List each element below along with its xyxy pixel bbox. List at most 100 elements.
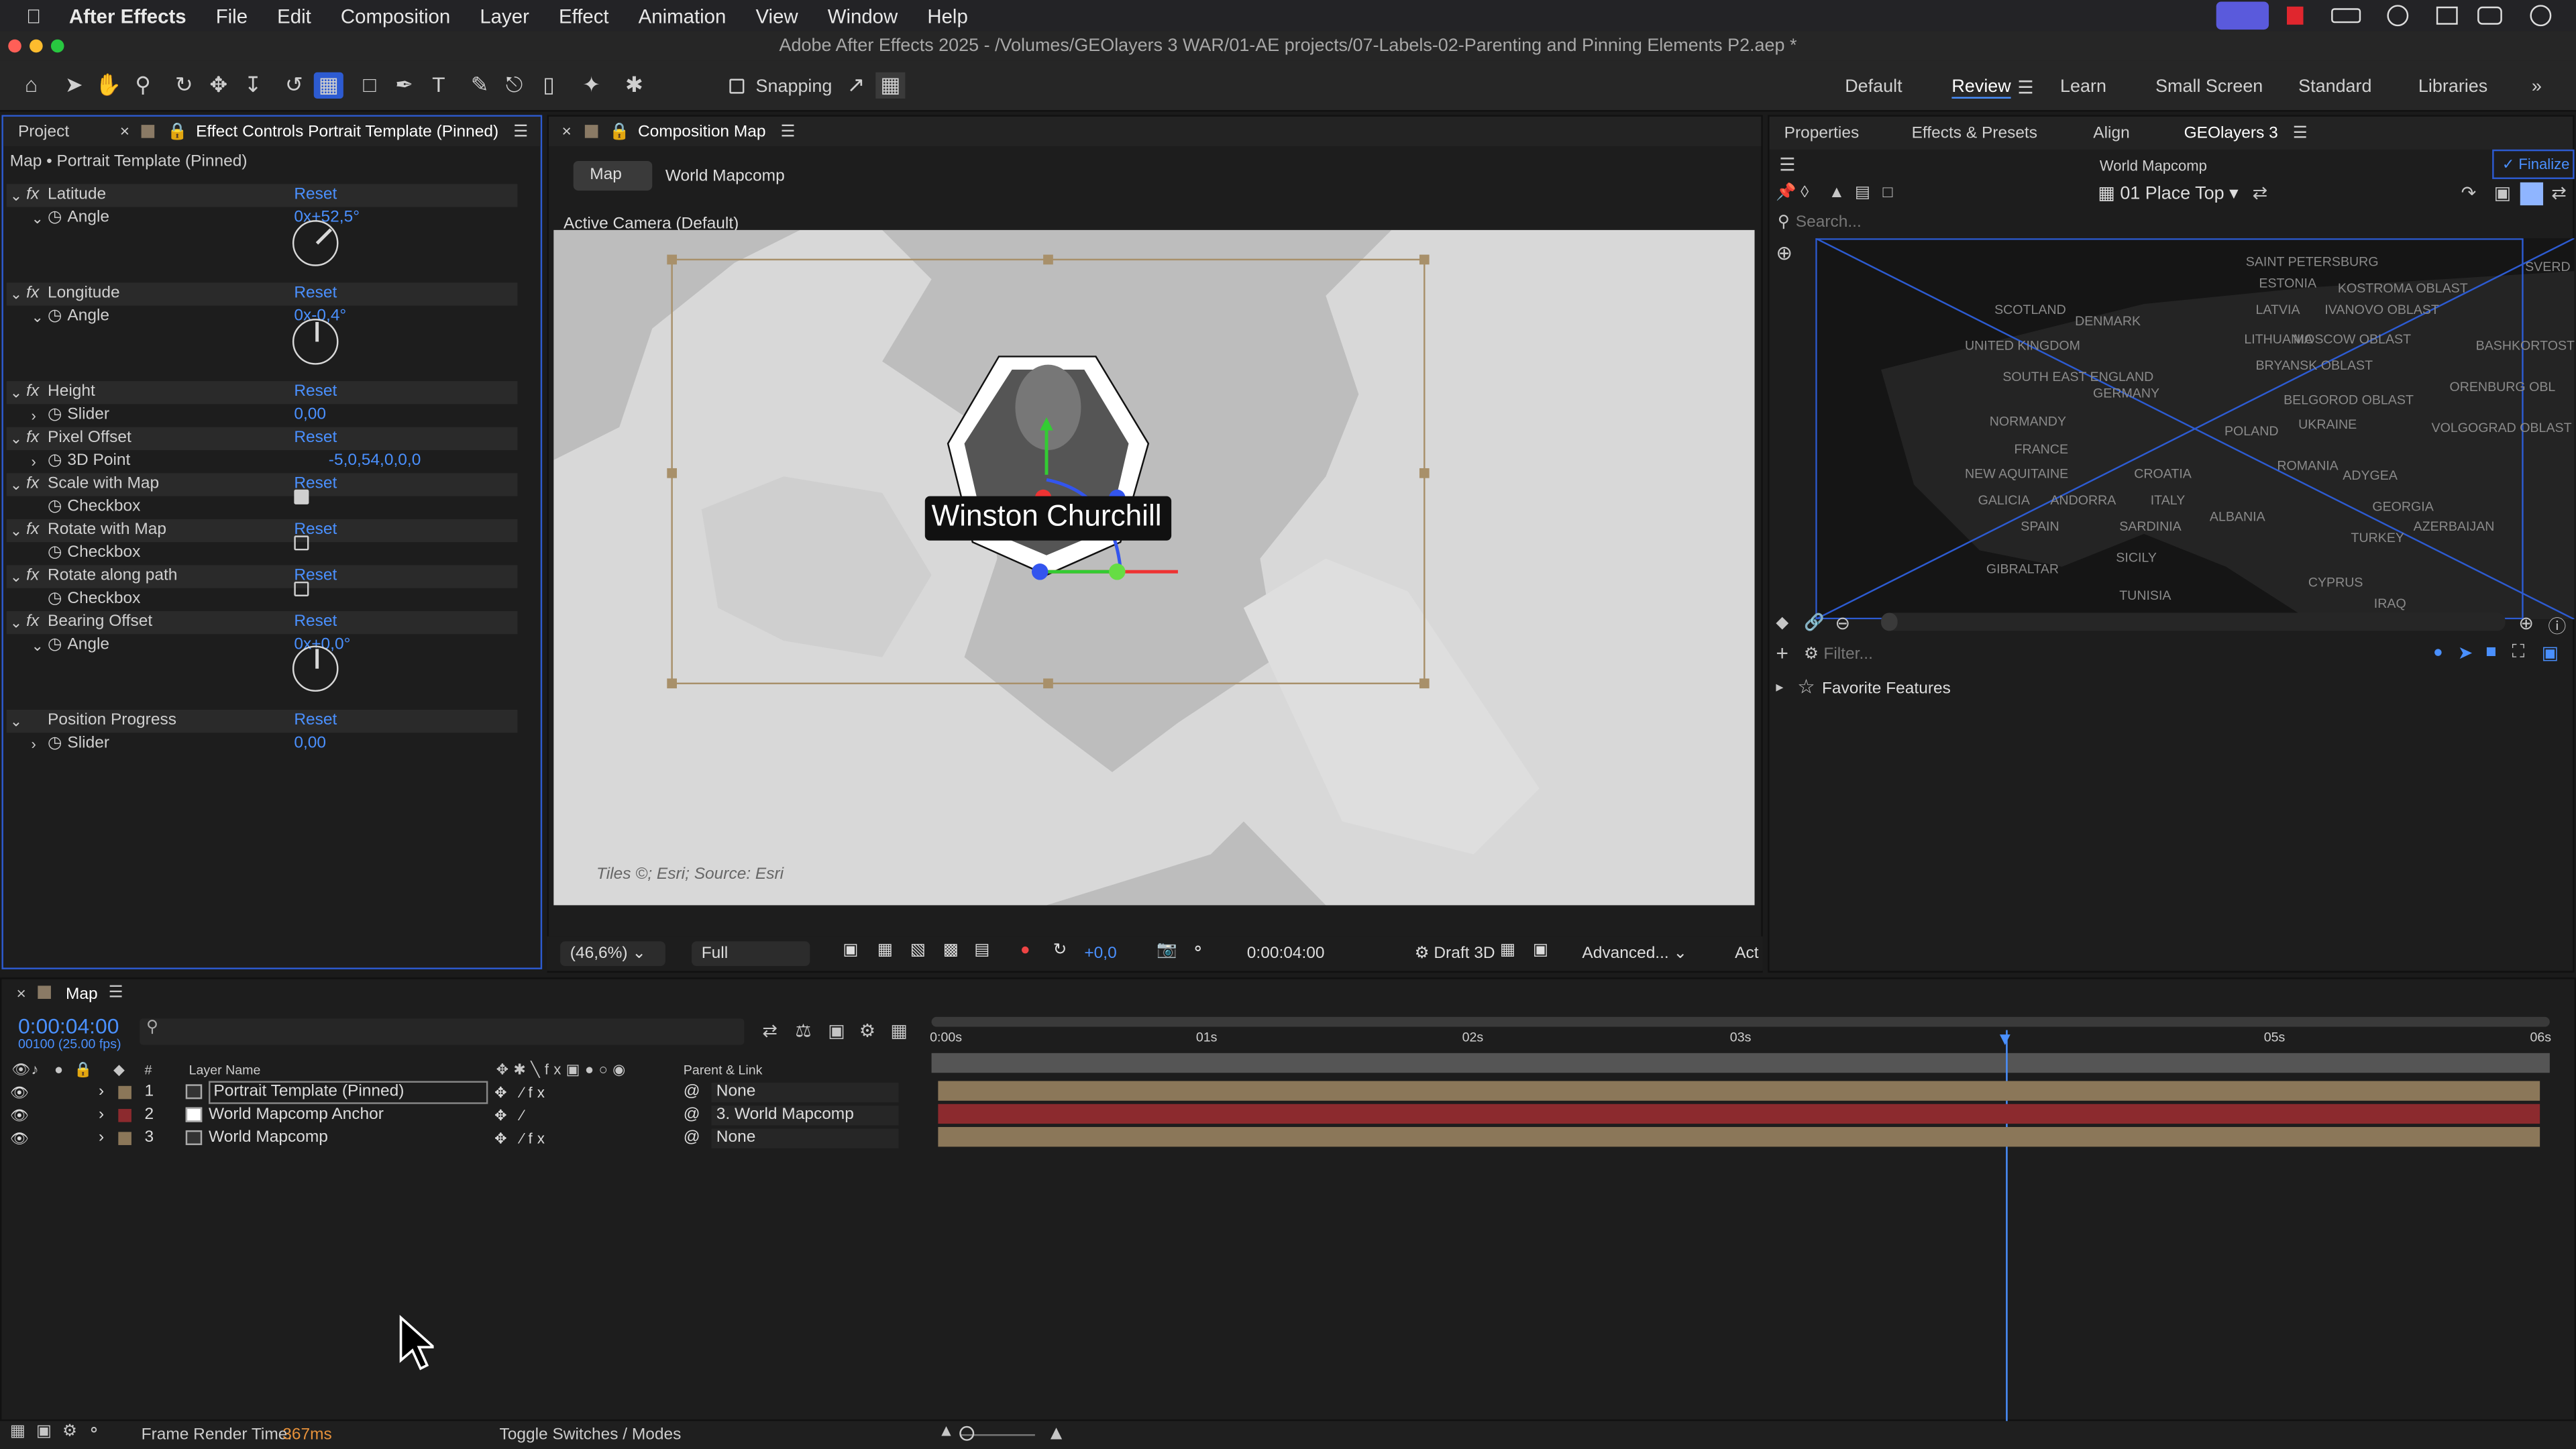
angle-dial[interactable] — [292, 319, 339, 365]
rectangle-tool-icon[interactable]: □ — [355, 72, 384, 99]
twirl-icon[interactable]: › — [32, 404, 36, 427]
pick-whip-icon[interactable]: @ — [684, 1127, 700, 1150]
work-area-bar[interactable] — [931, 1053, 2550, 1073]
effect-property-row[interactable]: ◷ Checkbox — [7, 542, 518, 565]
reset-link[interactable]: Reset — [294, 710, 337, 733]
pan-tool-icon[interactable]: ✥ — [204, 72, 233, 99]
twirl-icon[interactable]: ⌄ — [10, 710, 22, 733]
effect-header-row[interactable]: ⌄ fx Longitude Reset — [6, 282, 518, 306]
draft-3d-icon[interactable]: ⚖ — [795, 1020, 811, 1041]
minimize-window-icon[interactable] — [30, 39, 43, 53]
menu-file[interactable]: File — [201, 4, 262, 27]
layer-bar-1[interactable] — [938, 1081, 2540, 1101]
header-audio-icon[interactable]: ♪ — [32, 1061, 39, 1077]
keyboard-icon[interactable] — [2436, 6, 2458, 25]
menu-animation[interactable]: Animation — [624, 4, 741, 27]
snap-options-icon[interactable]: ↗ — [841, 72, 871, 99]
active-camera-dropdown[interactable]: Act — [1735, 945, 1758, 963]
tab-timeline-map[interactable]: Map — [66, 985, 98, 1004]
crosshair-icon[interactable]: ⊕ — [1776, 241, 1792, 264]
expand-layer-icon[interactable]: › — [99, 1104, 104, 1127]
tab-composition[interactable]: Composition Map — [638, 122, 766, 140]
screen-share-icon[interactable] — [2216, 1, 2269, 30]
zoom-out-icon[interactable]: ⊖ — [1835, 612, 1851, 634]
fx-icon[interactable]: fx — [26, 427, 39, 450]
stopwatch-icon[interactable]: ◷ — [48, 207, 62, 230]
effect-header-row[interactable]: ⌄ fx Pixel Offset Reset — [6, 427, 518, 451]
graph-icon[interactable]: ⚙ — [62, 1423, 77, 1441]
effect-property-row[interactable]: ◷ Checkbox — [7, 588, 518, 611]
workspace-default[interactable]: Default — [1845, 77, 1902, 97]
grid-icon[interactable]: ▤ — [974, 941, 989, 959]
lock-icon[interactable]: 🔒 — [167, 122, 187, 140]
stack-icon[interactable]: ▣ — [2542, 643, 2559, 663]
chart-icon[interactable]: ▤ — [1855, 184, 1870, 202]
menu-composition[interactable]: Composition — [326, 4, 465, 27]
fx-icon[interactable]: fx — [26, 473, 39, 496]
fx-icon[interactable]: fx — [26, 381, 39, 404]
timeline-menu-icon[interactable]: ☰ — [109, 984, 123, 1002]
close-timeline-icon[interactable]: × — [16, 985, 25, 1004]
record-icon[interactable] — [2287, 6, 2304, 25]
document-icon[interactable]: □ — [1883, 184, 1893, 202]
playhead-handle-icon[interactable]: ▼ — [1996, 1030, 2015, 1050]
effect-property-row[interactable]: ⌄ ◷ Angle 0x+52,5° — [7, 207, 518, 230]
tab-properties[interactable]: Properties — [1784, 124, 1860, 142]
effect-property-row[interactable]: › ◷ Slider 0,00 — [7, 404, 518, 427]
link-icon[interactable]: 🔗 — [1804, 614, 1824, 633]
tab-project[interactable]: Project — [18, 122, 120, 140]
dot-icon[interactable]: ● — [2433, 644, 2443, 662]
add-icon[interactable]: + — [1776, 641, 1788, 665]
stopwatch-icon[interactable]: ◷ — [48, 588, 62, 611]
twirl-icon[interactable]: ⌄ — [10, 473, 22, 496]
twirl-icon[interactable]: ⌄ — [10, 184, 22, 207]
shy-layers-icon[interactable]: ▣ — [828, 1020, 845, 1041]
effect-header-row[interactable]: ⌄ fx Height Reset — [6, 381, 518, 405]
guides-icon[interactable]: ▩ — [943, 941, 959, 959]
effect-property-row[interactable]: ◷ Checkbox — [7, 496, 518, 519]
effect-header-row[interactable]: ⌄ fx Rotate along path Reset — [6, 565, 518, 588]
checkbox[interactable] — [294, 489, 309, 504]
layer-label-color[interactable] — [118, 1109, 131, 1122]
swap-icon[interactable]: ⇄ — [2253, 182, 2268, 203]
menu-window[interactable]: Window — [813, 4, 913, 27]
angle-dial[interactable] — [292, 645, 339, 692]
property-value[interactable]: 0,00 — [294, 733, 326, 755]
pin-icon[interactable]: 📌 — [1776, 184, 1796, 202]
close-window-icon[interactable] — [8, 39, 21, 53]
twirl-icon[interactable]: ⌄ — [10, 427, 22, 450]
place-dropdown[interactable]: ▦ 01 Place Top ▾ — [2098, 182, 2238, 203]
maximize-window-icon[interactable] — [50, 39, 64, 53]
reset-link[interactable]: Reset — [294, 184, 337, 207]
stopwatch-icon[interactable]: ◷ — [48, 496, 62, 519]
square-icon[interactable]: ■ — [2485, 643, 2496, 662]
parent-dropdown[interactable]: 3. World Mapcomp — [711, 1106, 899, 1126]
pan-behind-tool-icon[interactable]: ▦ — [313, 72, 343, 99]
panel-menu-icon[interactable]: ☰ — [513, 122, 528, 140]
twirl-icon[interactable]: ⌄ — [10, 381, 22, 404]
header-lock-icon[interactable]: 🔒 — [74, 1061, 92, 1079]
info-icon[interactable]: ⓘ — [2548, 612, 2566, 639]
tab-effect-controls[interactable]: Effect Controls Portrait Template (Pinne… — [196, 122, 498, 140]
layer-name[interactable]: World Mapcomp Anchor — [209, 1104, 384, 1127]
twirl-icon[interactable]: ⌄ — [10, 519, 22, 542]
fx-icon[interactable]: fx — [26, 184, 39, 207]
header-solo-icon[interactable]: ● — [54, 1061, 63, 1077]
advanced-dropdown[interactable]: Advanced... ⌄ — [1582, 945, 1687, 963]
breadcrumb-map[interactable]: Map — [573, 161, 653, 191]
right-panel-menu-icon[interactable]: ☰ — [2293, 124, 2308, 142]
pick-whip-icon[interactable]: @ — [684, 1104, 700, 1127]
workspace-small-screen[interactable]: Small Screen — [2155, 77, 2263, 97]
fx-icon[interactable]: fx — [26, 565, 39, 588]
expand-favorites-icon[interactable]: ▸ — [1776, 678, 1783, 696]
lock-icon[interactable]: 🔒 — [609, 122, 629, 140]
menu-view[interactable]: View — [741, 4, 812, 27]
column-parent-link[interactable]: Parent & Link — [684, 1063, 763, 1078]
effect-header-row[interactable]: ⌄ fx Scale with Map Reset — [6, 473, 518, 496]
close-tab-icon[interactable]: × — [120, 122, 129, 140]
effect-property-row[interactable]: ⌄ ◷ Angle 0x+0,0° — [7, 634, 518, 657]
control-center-icon[interactable] — [2477, 6, 2502, 25]
share-icon[interactable]: ↷ — [2461, 182, 2477, 203]
comp-viewer[interactable]: Winston Churchill Tiles ©; Esri; Source:… — [553, 229, 1755, 906]
comp-panel-menu-icon[interactable]: ☰ — [781, 122, 796, 140]
